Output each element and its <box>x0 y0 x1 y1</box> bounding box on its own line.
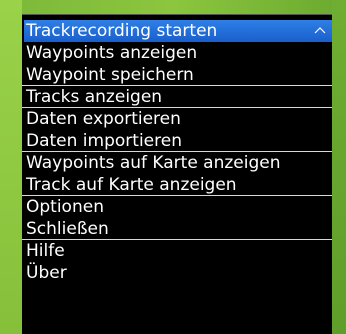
menu-item-tracks-anzeigen[interactable]: Tracks anzeigen <box>22 86 332 108</box>
menu-item-optionen[interactable]: Optionen <box>22 196 332 218</box>
menu-item-label: Optionen <box>26 197 104 217</box>
menu-list: Trackrecording starten Waypoints anzeige… <box>22 20 332 284</box>
menu-item-label: Trackrecording starten <box>26 21 218 41</box>
menu-item-label: Waypoints auf Karte anzeigen <box>26 153 281 173</box>
menu-item-waypoints-auf-karte-anzeigen[interactable]: Waypoints auf Karte anzeigen <box>22 152 332 174</box>
menu-item-trackrecording-starten[interactable]: Trackrecording starten <box>24 20 332 42</box>
menu-item-hilfe[interactable]: Hilfe <box>22 240 332 262</box>
menu-item-label: Waypoints anzeigen <box>26 43 198 63</box>
menu-item-track-auf-karte-anzeigen[interactable]: Track auf Karte anzeigen <box>22 174 332 196</box>
menu-item-waypoints-anzeigen[interactable]: Waypoints anzeigen <box>22 42 332 64</box>
wallpaper-right <box>332 0 346 334</box>
wallpaper-left <box>0 0 22 334</box>
menu-item-schliessen[interactable]: Schließen <box>22 218 332 240</box>
menu-item-waypoint-speichern[interactable]: Waypoint speichern <box>22 64 332 86</box>
menu-item-label: Hilfe <box>26 241 65 261</box>
menu-item-label: Daten importieren <box>26 131 182 151</box>
menu-item-label: Waypoint speichern <box>26 65 194 85</box>
menu-item-label: Tracks anzeigen <box>26 87 163 107</box>
menu-item-label: Schließen <box>26 219 109 239</box>
menu-item-label: Über <box>26 263 67 283</box>
menu-item-ueber[interactable]: Über <box>22 262 332 284</box>
menu-item-label: Track auf Karte anzeigen <box>26 175 237 195</box>
menu-item-daten-exportieren[interactable]: Daten exportieren <box>22 108 332 130</box>
menu-item-daten-importieren[interactable]: Daten importieren <box>22 130 332 152</box>
menu-item-label: Daten exportieren <box>26 109 181 129</box>
chevron-up-icon <box>314 27 326 34</box>
context-menu: Trackrecording starten Waypoints anzeige… <box>22 14 332 334</box>
